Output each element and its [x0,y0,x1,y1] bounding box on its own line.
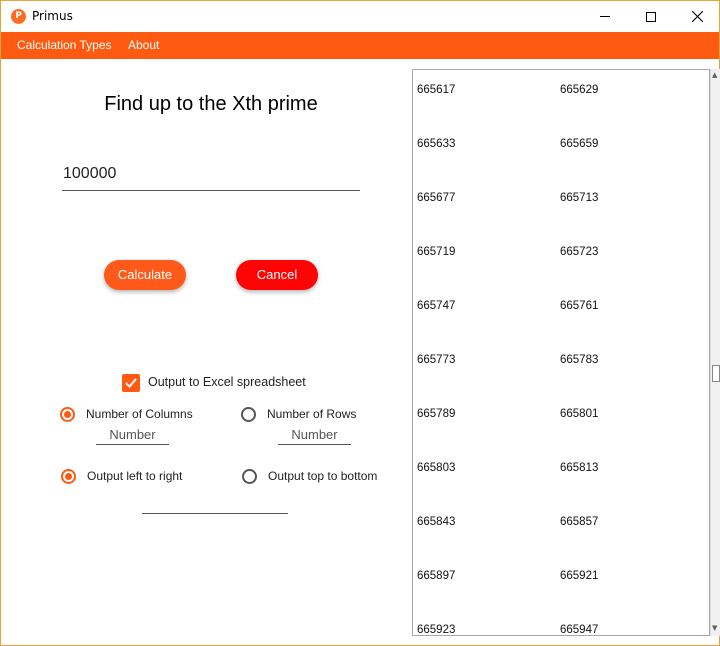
list-row[interactable]: 665923 665947 [413,624,703,636]
prime-value: 665947 [560,624,599,636]
prime-value: 665923 [417,624,456,636]
radio-output-top-to-bottom[interactable] [242,469,257,484]
calculate-button[interactable]: Calculate [104,260,186,290]
prime-value: 665801 [560,408,599,420]
list-row[interactable]: 665803 665813 [413,462,703,482]
prime-value: 665761 [560,300,599,312]
list-row[interactable]: 665719 665723 [413,246,703,266]
radio-number-of-columns[interactable] [60,407,75,422]
menu-calculation-types[interactable]: Calculation Types [17,38,112,52]
prime-value: 665843 [417,516,456,528]
window-title: Primus [32,9,73,23]
prime-value: 665633 [417,138,456,150]
columns-input[interactable] [96,425,169,445]
app-window: P Primus Calculation Types About Find up… [0,0,720,646]
radio-output-left-to-right[interactable] [61,469,76,484]
prime-value: 665719 [417,246,456,258]
prime-value: 665773 [417,354,456,366]
results-scrollbar[interactable]: ▲ ▼ [710,69,720,636]
scroll-up-arrow-icon[interactable]: ▲ [712,71,717,79]
list-row[interactable]: 665843 665857 [413,516,703,536]
minimize-button[interactable] [582,1,628,32]
close-button[interactable] [674,1,720,32]
excel-output-label: Output to Excel spreadsheet [148,375,306,389]
close-icon [691,11,703,22]
list-row[interactable]: 665633 665659 [413,138,703,158]
cancel-button[interactable]: Cancel [236,260,318,290]
title-bar[interactable]: P Primus [1,1,719,32]
prime-value: 665723 [560,246,599,258]
list-row[interactable]: 665897 665921 [413,570,703,590]
list-row[interactable]: 665677 665713 [413,192,703,212]
page-title: Find up to the Xth prime [104,93,318,115]
number-of-columns-label: Number of Columns [86,407,193,421]
app-logo-icon: P [11,9,26,24]
prime-value: 665659 [560,138,599,150]
divider [142,513,288,514]
scroll-thumb[interactable] [712,365,720,382]
prime-value: 665897 [417,570,456,582]
results-list[interactable]: 665617 665629 665633 665659 665677 665713 6657… [412,69,710,636]
checkmark-icon [125,378,137,388]
maximize-icon [646,11,656,22]
prime-count-input[interactable] [62,158,360,191]
number-of-rows-label: Number of Rows [267,407,357,421]
prime-value: 665713 [560,192,599,204]
rows-input[interactable] [278,425,351,445]
menu-about[interactable]: About [128,38,159,52]
prime-value: 665803 [417,462,456,474]
list-row[interactable]: 665617 665629 [413,84,703,104]
excel-output-checkbox[interactable] [122,374,140,392]
list-row[interactable]: 665773 665783 [413,354,703,374]
prime-value: 665629 [560,84,599,96]
radio-number-of-rows[interactable] [241,407,256,422]
prime-value: 665857 [560,516,599,528]
prime-value: 665921 [560,570,599,582]
list-row[interactable]: 665747 665761 [413,300,703,320]
prime-value: 665747 [417,300,456,312]
prime-value: 665789 [417,408,456,420]
prime-value: 665813 [560,462,599,474]
prime-value: 665783 [560,354,599,366]
minimize-icon [600,16,610,17]
list-row[interactable]: 665789 665801 [413,408,703,428]
maximize-button[interactable] [628,1,674,32]
prime-value: 665617 [417,84,456,96]
output-top-to-bottom-label: Output top to bottom [268,469,378,483]
output-left-to-right-label: Output left to right [87,469,183,483]
prime-value: 665677 [417,192,456,204]
menu-bar: Calculation Types About [1,32,719,59]
scroll-down-arrow-icon[interactable]: ▼ [712,624,717,632]
